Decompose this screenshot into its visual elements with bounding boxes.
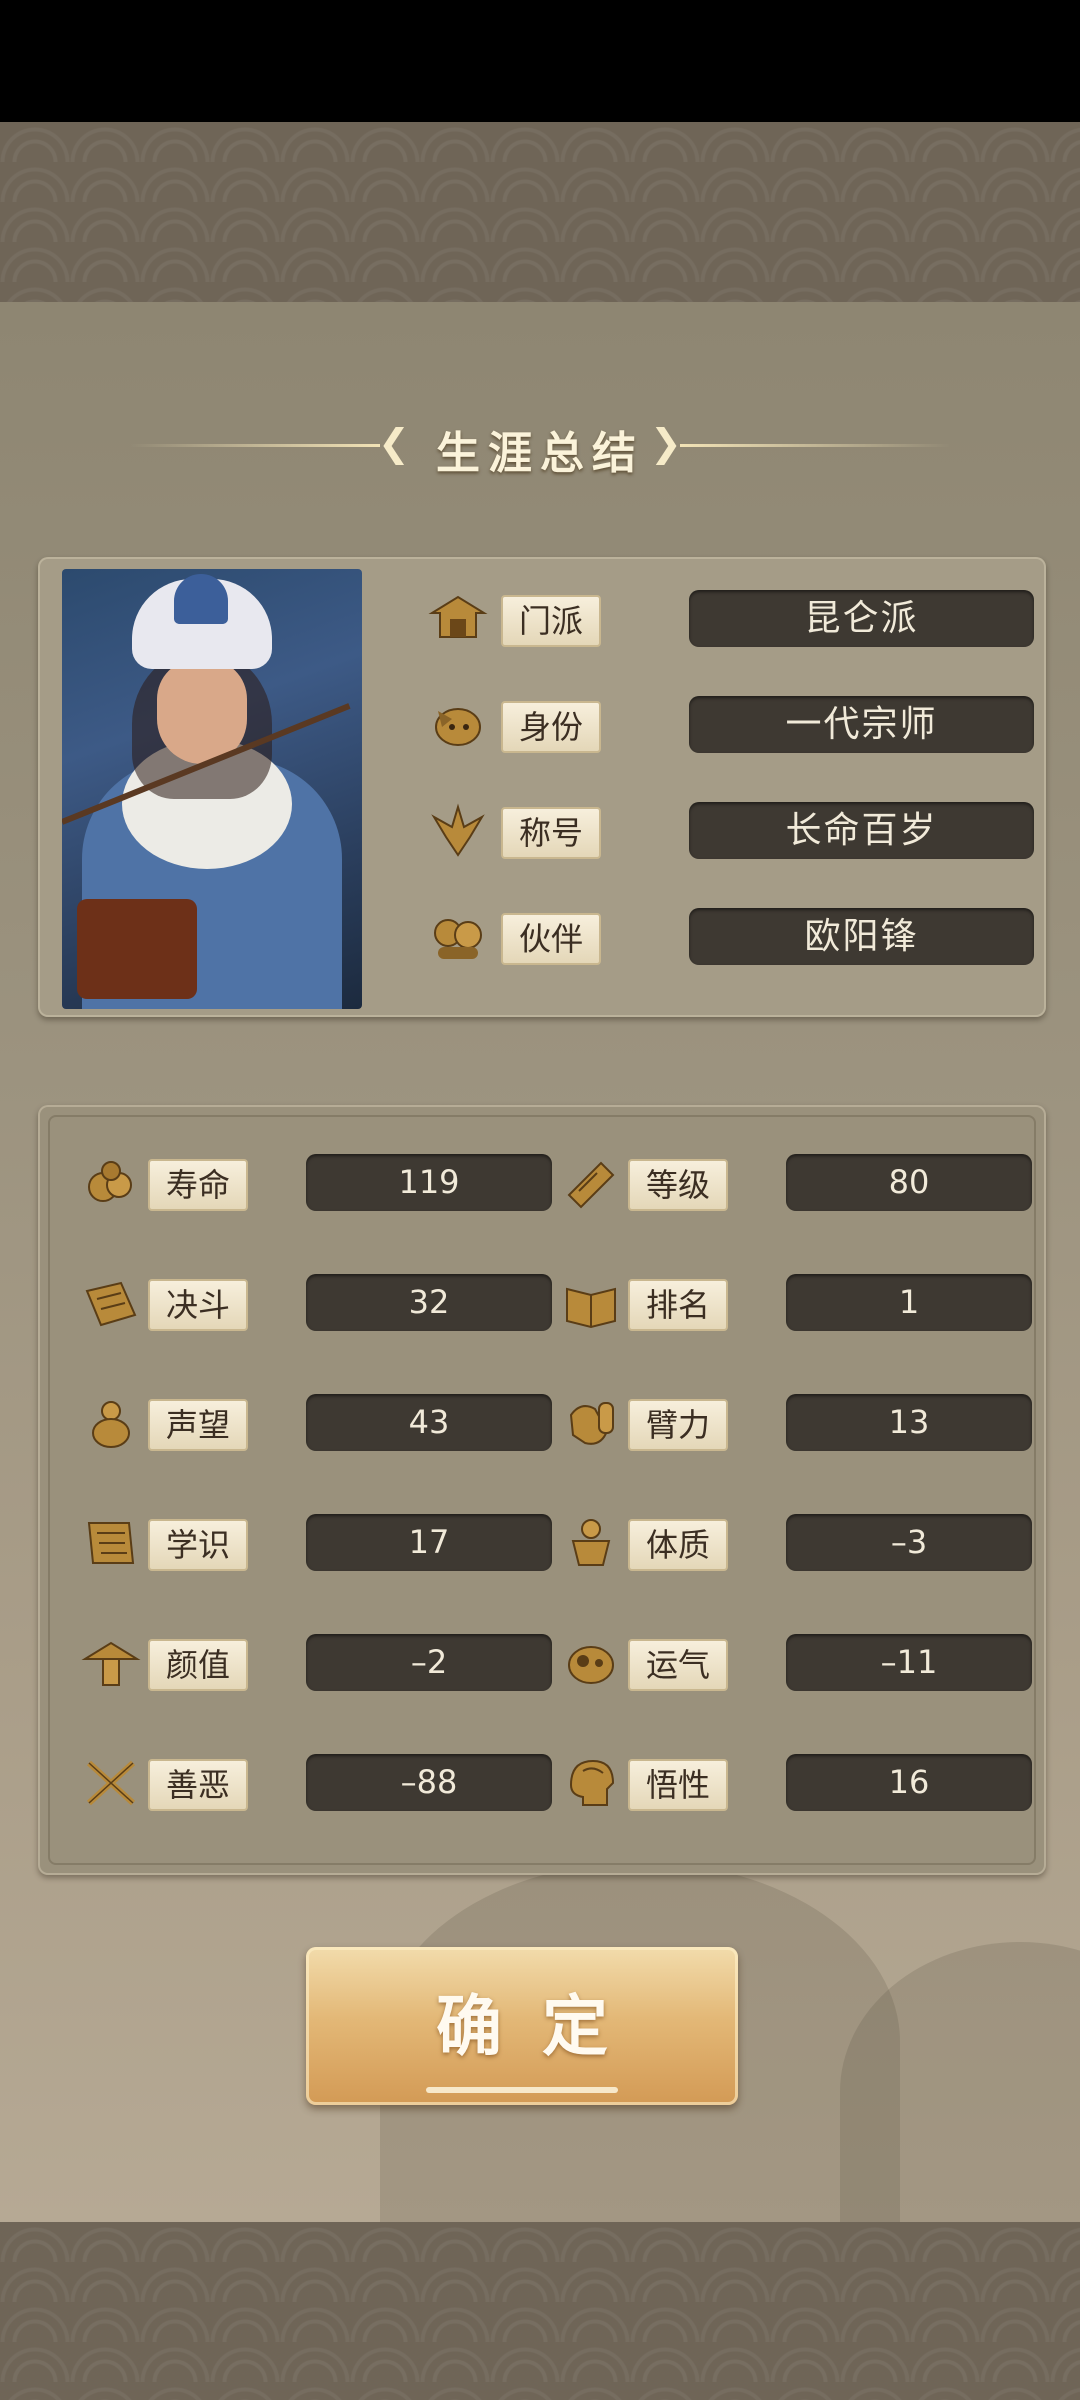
stat-value: 80 <box>786 1154 1032 1211</box>
title-value: 长命百岁 <box>689 802 1034 859</box>
stat-appearance: 颜值 –2 <box>76 1633 552 1693</box>
stat-value: –88 <box>306 1754 552 1811</box>
chevron-left-icon: ❮ <box>378 421 410 465</box>
stat-value: 43 <box>306 1394 552 1451</box>
stat-value: 1 <box>786 1274 1032 1331</box>
stat-ranking: 排名 1 <box>556 1273 1032 1333</box>
ranking-book-icon <box>556 1273 626 1333</box>
sect-value: 昆仑派 <box>689 590 1034 647</box>
header-wave-pattern <box>0 122 1080 302</box>
knowledge-scroll-icon <box>76 1513 146 1573</box>
morality-swords-icon <box>76 1753 146 1813</box>
title-row: ❮ 生涯总结 ❯ <box>0 415 1080 479</box>
reputation-gourd-icon <box>76 1393 146 1453</box>
profile-row-title: 称号 长命百岁 <box>423 801 1043 861</box>
stat-comprehension: 悟性 16 <box>556 1753 1032 1813</box>
page-title: 生涯总结 <box>436 428 644 479</box>
stat-label: 运气 <box>628 1639 728 1691</box>
companion-value: 欧阳锋 <box>689 908 1034 965</box>
stat-label: 体质 <box>628 1519 728 1571</box>
stat-label: 学识 <box>148 1519 248 1571</box>
title-divider-right <box>680 444 950 447</box>
footer-wave-pattern <box>0 2222 1080 2400</box>
stat-constitution: 体质 –3 <box>556 1513 1032 1573</box>
confirm-button-label: 确定 <box>436 1987 648 2065</box>
stat-value: 119 <box>306 1154 552 1211</box>
character-portrait <box>62 569 362 1009</box>
career-summary-screen: ❮ 生涯总结 ❯ 门派 昆仑派 身份 一代宗师 称号 长命百岁 伙伴 欧阳锋 寿… <box>0 302 1080 2222</box>
stat-label: 臂力 <box>628 1399 728 1451</box>
stat-value: –3 <box>786 1514 1032 1571</box>
stat-duel: 决斗 32 <box>76 1273 552 1333</box>
sect-pavilion-icon <box>423 589 493 649</box>
stat-reputation: 声望 43 <box>76 1393 552 1453</box>
companions-icon <box>423 907 493 967</box>
profile-row-identity: 身份 一代宗师 <box>423 695 1043 755</box>
status-bar-area <box>0 0 1080 122</box>
stat-label: 悟性 <box>628 1759 728 1811</box>
profile-row-companion: 伙伴 欧阳锋 <box>423 907 1043 967</box>
title-label: 称号 <box>501 807 601 859</box>
appearance-hat-icon <box>76 1633 146 1693</box>
stats-panel: 寿命 119 等级 80 决斗 32 排名 1 声望 43 臂力 13 学识 1… <box>38 1105 1046 1875</box>
stat-label: 声望 <box>148 1399 248 1451</box>
stat-value: –2 <box>306 1634 552 1691</box>
strength-arm-icon <box>556 1393 626 1453</box>
stat-value: –11 <box>786 1634 1032 1691</box>
identity-label: 身份 <box>501 701 601 753</box>
stat-value: 13 <box>786 1394 1032 1451</box>
stat-label: 等级 <box>628 1159 728 1211</box>
stat-value: 17 <box>306 1514 552 1571</box>
constitution-body-icon <box>556 1513 626 1573</box>
confirm-button[interactable]: 确定 <box>306 1947 738 2105</box>
button-ornament <box>426 2087 618 2093</box>
profile-panel: 门派 昆仑派 身份 一代宗师 称号 长命百岁 伙伴 欧阳锋 <box>38 557 1046 1017</box>
identity-value: 一代宗师 <box>689 696 1034 753</box>
companion-label: 伙伴 <box>501 913 601 965</box>
stat-lifespan: 寿命 119 <box>76 1153 552 1213</box>
stat-label: 排名 <box>628 1279 728 1331</box>
comprehension-head-icon <box>556 1753 626 1813</box>
stat-morality: 善恶 –88 <box>76 1753 552 1813</box>
stat-strength: 臂力 13 <box>556 1393 1032 1453</box>
chevron-right-icon: ❯ <box>650 421 682 465</box>
lifespan-peach-icon <box>76 1153 146 1213</box>
stat-value: 32 <box>306 1274 552 1331</box>
title-divider-left <box>130 444 380 447</box>
luck-pouch-icon <box>556 1633 626 1693</box>
identity-mask-icon <box>423 695 493 755</box>
stat-label: 寿命 <box>148 1159 248 1211</box>
duel-scroll-icon <box>76 1273 146 1333</box>
stat-label: 决斗 <box>148 1279 248 1331</box>
stat-value: 16 <box>786 1754 1032 1811</box>
sect-label: 门派 <box>501 595 601 647</box>
level-scroll-icon <box>556 1153 626 1213</box>
title-crest-icon <box>423 801 493 861</box>
stat-luck: 运气 –11 <box>556 1633 1032 1693</box>
stat-label: 善恶 <box>148 1759 248 1811</box>
stat-knowledge: 学识 17 <box>76 1513 552 1573</box>
profile-row-sect: 门派 昆仑派 <box>423 589 1043 649</box>
stat-level: 等级 80 <box>556 1153 1032 1213</box>
stat-label: 颜值 <box>148 1639 248 1691</box>
